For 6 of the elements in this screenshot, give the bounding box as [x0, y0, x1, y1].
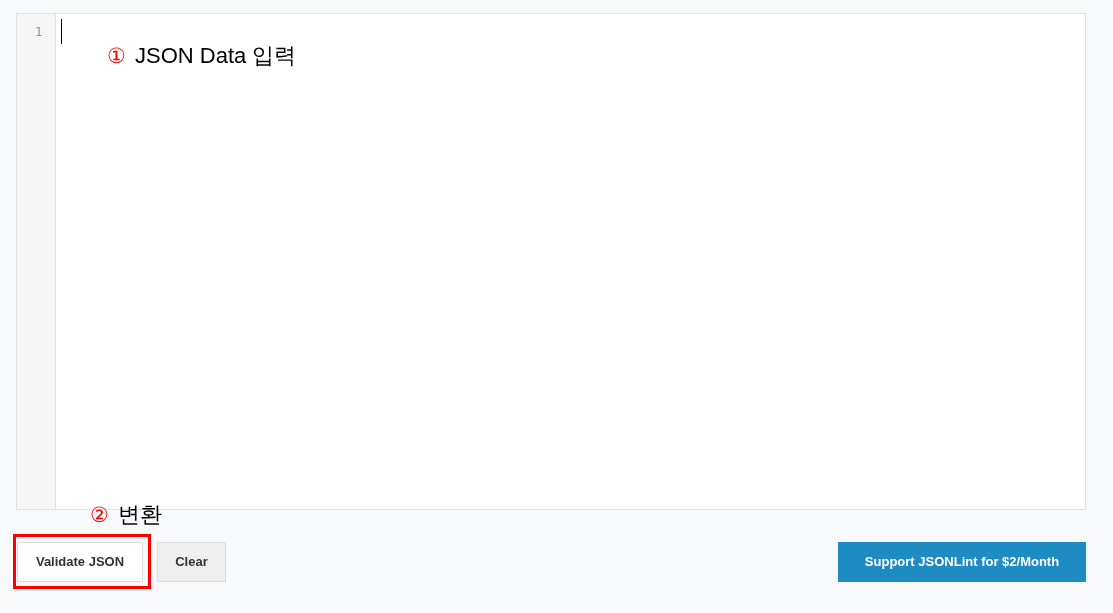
validate-button[interactable]: Validate JSON — [17, 542, 143, 582]
step-number: ① — [107, 43, 126, 69]
support-button[interactable]: Support JSONLint for $2/Month — [838, 542, 1086, 582]
line-number: 1 — [34, 24, 43, 40]
clear-button[interactable]: Clear — [157, 542, 226, 582]
annotation-text: JSON Data 입력 — [135, 42, 297, 70]
